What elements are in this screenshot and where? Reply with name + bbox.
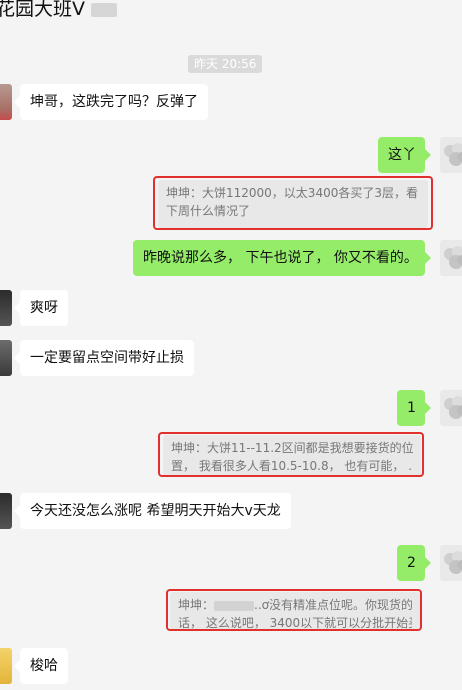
sender-avatar[interactable] bbox=[0, 290, 12, 326]
sender-avatar[interactable] bbox=[0, 648, 12, 684]
message-timestamp: 昨天 20:56 bbox=[188, 55, 263, 73]
my-avatar[interactable] bbox=[440, 240, 462, 276]
incoming-message[interactable]: 一定要留点空间带好止损 bbox=[14, 340, 194, 376]
sender-avatar[interactable] bbox=[0, 340, 12, 376]
highlight-box bbox=[153, 176, 433, 230]
my-avatar[interactable] bbox=[440, 545, 462, 581]
flower-avatar-icon bbox=[444, 246, 462, 269]
incoming-message[interactable]: 梭哈 bbox=[14, 648, 68, 684]
blurred-title-suffix bbox=[91, 2, 117, 17]
incoming-message[interactable]: 今天还没怎么涨呢 希望明天开始大v天龙 bbox=[14, 493, 291, 529]
outgoing-message[interactable]: 1 bbox=[397, 390, 431, 426]
flower-avatar-icon bbox=[444, 551, 462, 574]
chat-header: 花园大班V bbox=[0, 0, 462, 22]
outgoing-message[interactable]: 这丫 bbox=[378, 137, 431, 173]
flower-avatar-icon bbox=[444, 396, 462, 419]
sender-avatar[interactable] bbox=[0, 493, 12, 529]
highlight-box bbox=[166, 589, 422, 631]
flower-avatar-icon bbox=[444, 143, 462, 166]
sender-avatar[interactable] bbox=[0, 84, 12, 120]
highlight-box bbox=[158, 432, 424, 477]
chat-title[interactable]: 花园大班V bbox=[0, 0, 117, 21]
incoming-message[interactable]: 坤哥，这跌完了吗？反弹了 bbox=[14, 84, 208, 120]
my-avatar[interactable] bbox=[440, 137, 462, 173]
outgoing-message[interactable]: 2 bbox=[397, 545, 431, 581]
incoming-message[interactable]: 爽呀 bbox=[14, 290, 68, 326]
outgoing-message[interactable]: 昨晚说那么多， 下午也说了， 你又不看的。 bbox=[133, 240, 431, 276]
my-avatar[interactable] bbox=[440, 390, 462, 426]
